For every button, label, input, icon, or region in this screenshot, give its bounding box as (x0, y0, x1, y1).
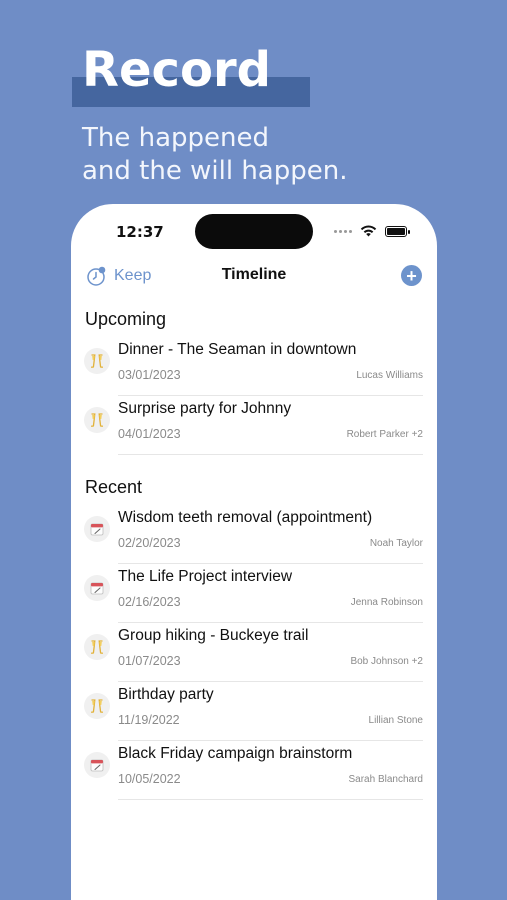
row-participants: Noah Taylor (369, 538, 423, 549)
champagne-icon (84, 407, 110, 433)
promo-subtitle-line-2: and the will happen. (82, 156, 348, 186)
timeline-row[interactable]: Group hiking - Buckeye trail 01/07/2023 Bo… (71, 623, 437, 682)
navigation-bar: Keep Timeline + (71, 262, 437, 292)
promo-subtitle-line-1: The happened (82, 123, 270, 153)
section-title-recent: Recent (85, 477, 143, 497)
row-date: 02/16/2023 (118, 595, 181, 609)
row-title: Group hiking - Buckeye trail (118, 627, 309, 644)
promo-subtitle: The happened and the will happen. (82, 122, 347, 188)
battery-icon (385, 225, 410, 237)
row-title: The Life Project interview (118, 568, 293, 585)
promo-headline-block: Record (72, 40, 310, 107)
row-divider (118, 454, 423, 455)
timeline-row[interactable]: Dinner - The Seaman in downtown 03/01/202… (71, 337, 437, 396)
row-participants: Robert Parker +2 (346, 429, 423, 440)
row-date: 10/05/2022 (118, 772, 181, 786)
wifi-icon (360, 225, 377, 237)
timeline-row[interactable]: Wisdom teeth removal (appointment) 02/20/… (71, 505, 437, 564)
section-title-upcoming: Upcoming (85, 309, 167, 329)
row-title: Birthday party (118, 686, 214, 703)
calendar-icon (84, 575, 110, 601)
timeline-row[interactable]: The Life Project interview 02/16/2023 Jenn… (71, 564, 437, 623)
champagne-icon (84, 634, 110, 660)
champagne-icon (84, 693, 110, 719)
calendar-icon (84, 516, 110, 542)
row-participants: Sarah Blanchard (348, 774, 424, 785)
timeline-row[interactable]: Surprise party for Johnny 04/01/2023 Rober… (71, 396, 437, 455)
row-title: Wisdom teeth removal (appointment) (118, 509, 373, 526)
calendar-icon (84, 752, 110, 778)
status-icons (334, 225, 410, 237)
plus-icon: + (406, 265, 417, 286)
row-date: 03/01/2023 (118, 368, 181, 382)
row-participants: Lillian Stone (368, 715, 423, 726)
row-title: Dinner - The Seaman in downtown (118, 341, 357, 358)
champagne-icon (84, 348, 110, 374)
row-participants: Bob Johnson +2 (350, 656, 423, 667)
phone-screen: 12:37 Keep Timeline + Upcoming Dinner - T… (71, 204, 437, 900)
row-title: Surprise party for Johnny (118, 400, 292, 417)
row-participants: Lucas Williams (356, 370, 423, 381)
row-divider (118, 799, 423, 800)
row-title: Black Friday campaign brainstorm (118, 745, 353, 762)
timeline-row[interactable]: Black Friday campaign brainstorm 10/05/20… (71, 741, 437, 800)
row-date: 01/07/2023 (118, 654, 181, 668)
signal-dots-icon (334, 229, 352, 233)
dynamic-island (195, 214, 313, 249)
status-time: 12:37 (116, 223, 164, 241)
timeline-row[interactable]: Birthday party 11/19/2022 Lillian Stone (71, 682, 437, 741)
row-date: 11/19/2022 (118, 713, 180, 727)
promo-headline: Record (82, 42, 271, 98)
add-button[interactable]: + (401, 265, 422, 286)
row-date: 02/20/2023 (118, 536, 181, 550)
row-date: 04/01/2023 (118, 427, 181, 441)
row-participants: Jenna Robinson (350, 597, 423, 608)
page-title: Timeline (221, 266, 287, 283)
